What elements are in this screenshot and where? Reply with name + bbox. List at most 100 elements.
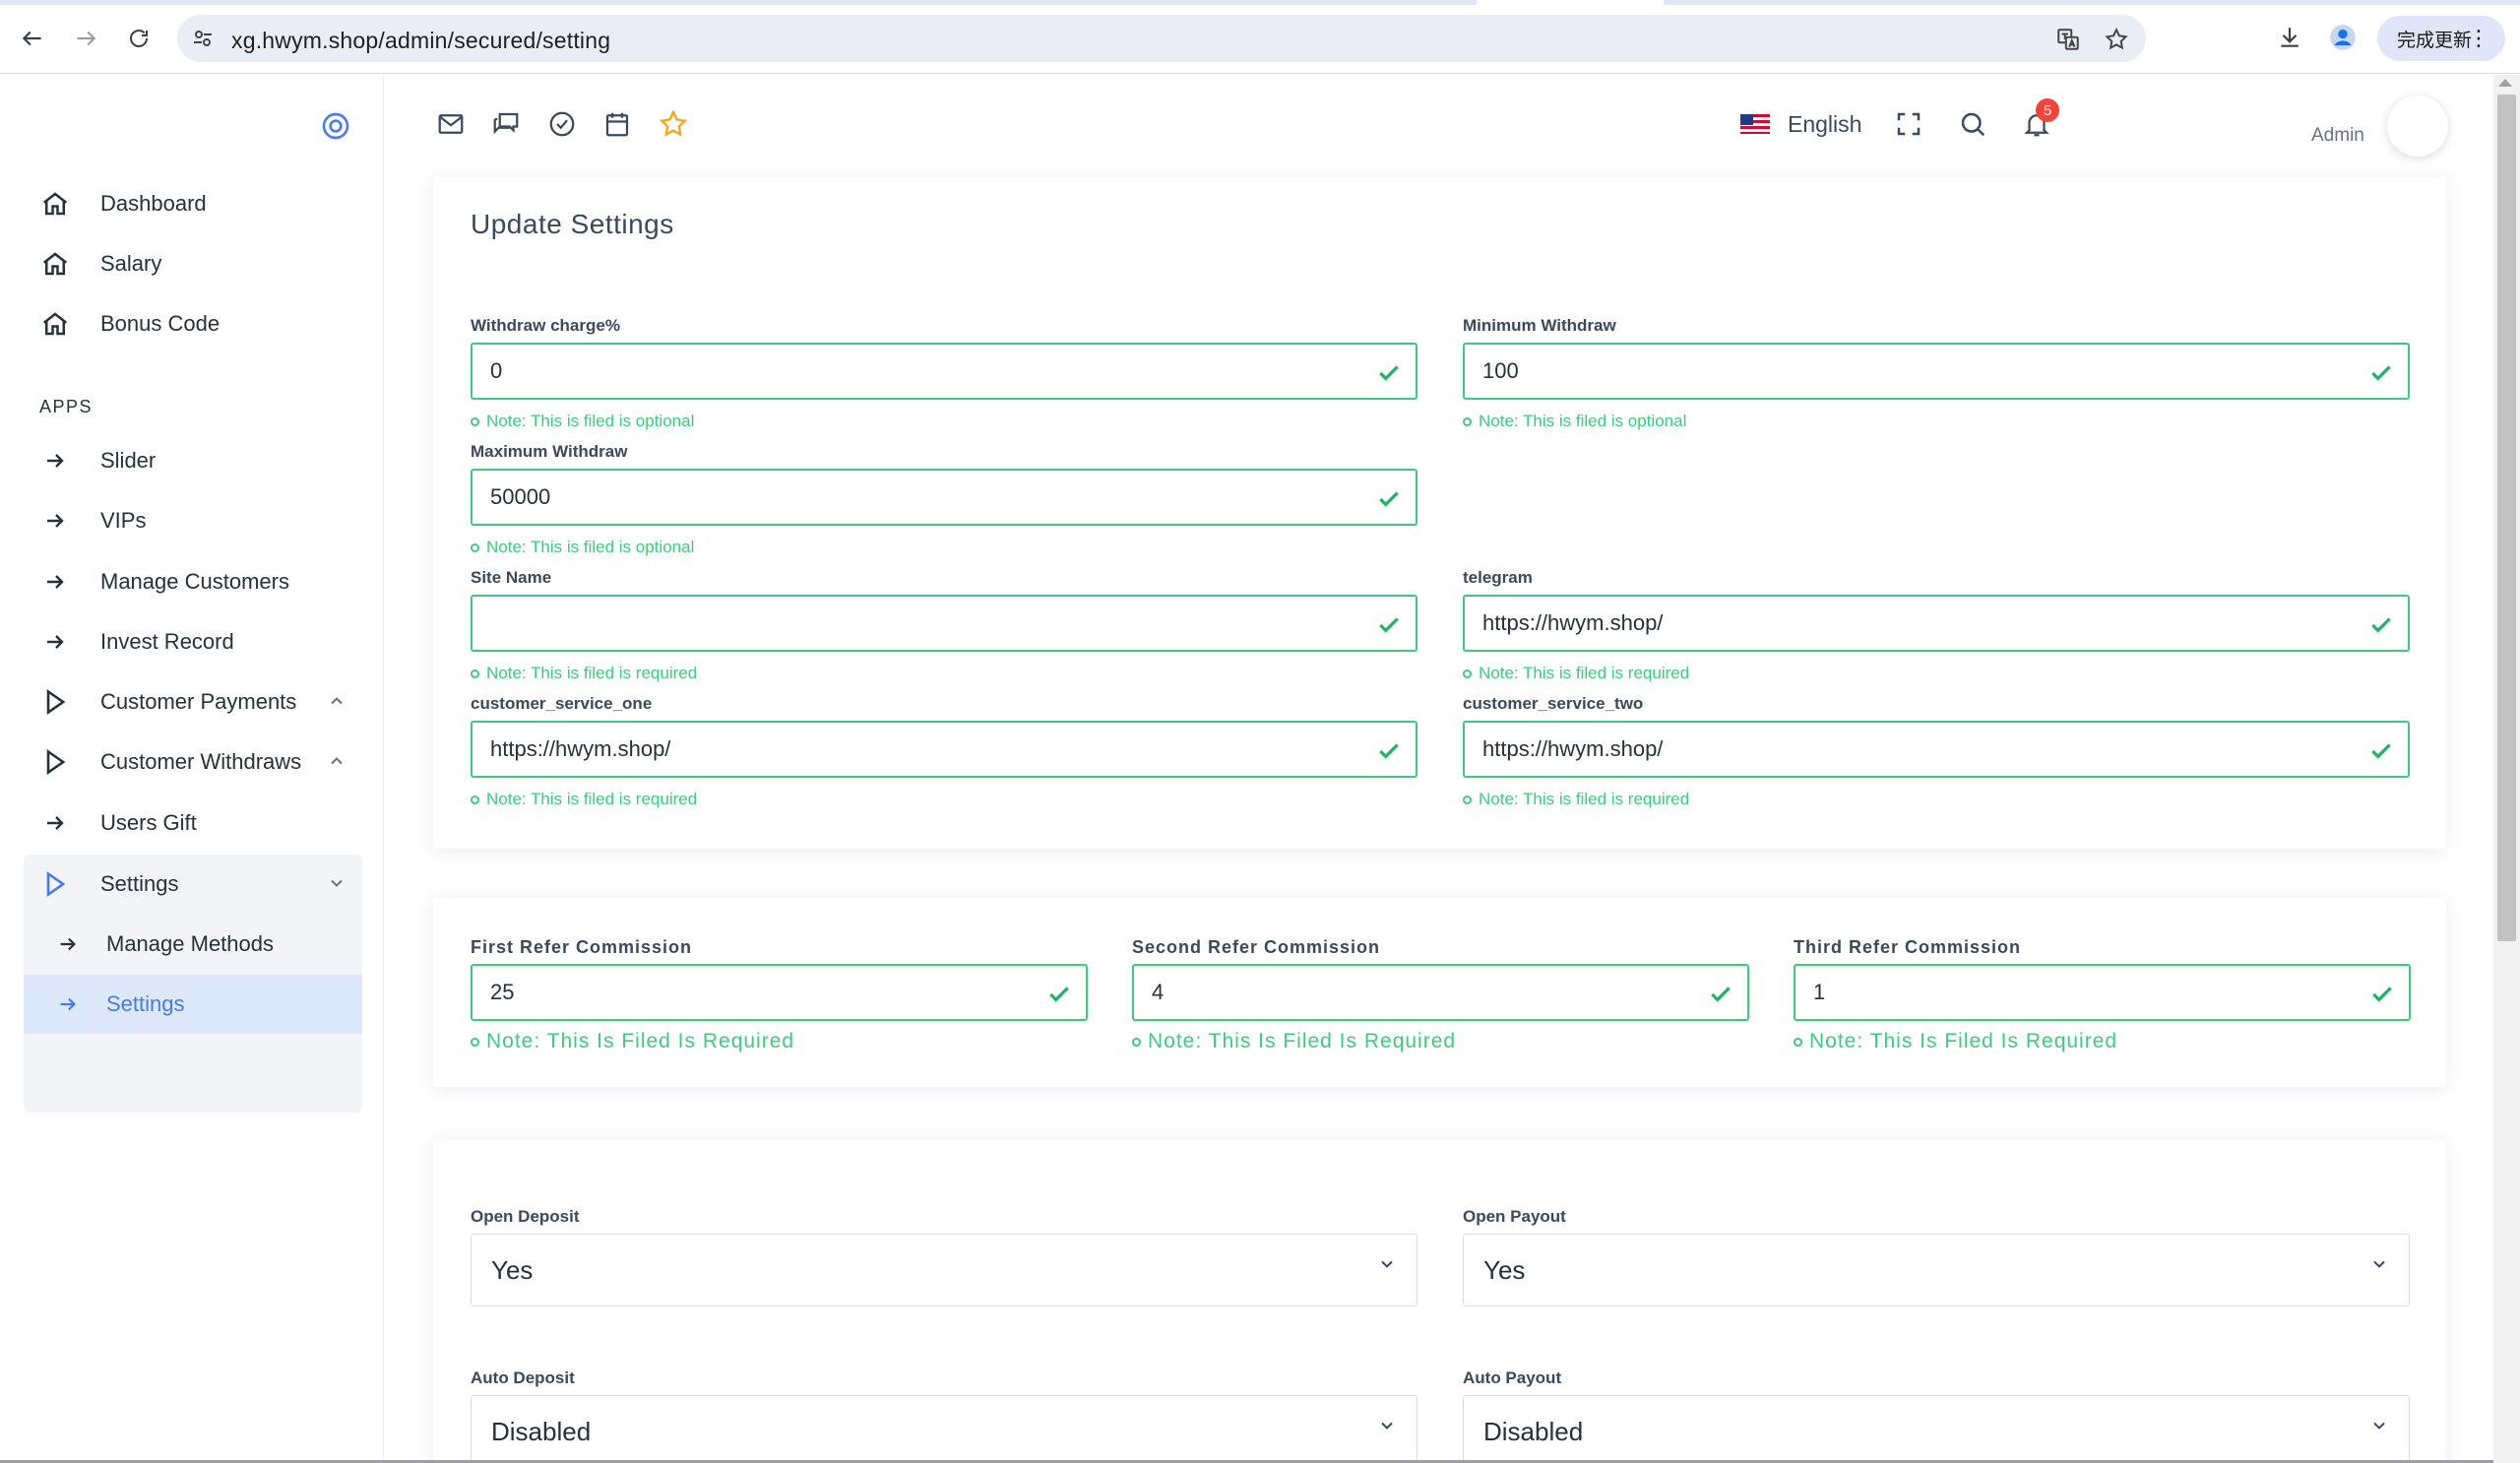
address-bar[interactable]: xg.hwym.shop/admin/secured/setting: [177, 15, 2146, 62]
check-circle-icon: [549, 111, 575, 137]
note-text: Note: This is filed is optional: [486, 412, 695, 430]
customer-service-one-input[interactable]: https://hwym.shop/: [471, 721, 1418, 778]
note-text: Note: This is filed is optional: [1479, 412, 1687, 430]
arrow-right-icon: [53, 929, 83, 959]
apps-heading: APPS: [39, 397, 94, 416]
sidebar-item-dashboard[interactable]: Dashboard: [24, 177, 360, 230]
sidebar-item-users-gift[interactable]: Users Gift: [24, 796, 360, 850]
sidebar: Dashboard Salary Bonus Code APPS Slider …: [0, 75, 384, 1463]
field-label: Second Refer Commission: [1132, 937, 1381, 957]
telegram-input[interactable]: https://hwym.shop/: [1463, 595, 2410, 652]
deposit-payout-card: Open Deposit Yes Open Payout Yes Auto De…: [433, 1140, 2446, 1463]
fullscreen-button[interactable]: [1891, 106, 1926, 142]
sidebar-subitem-manage-methods[interactable]: Manage Methods: [24, 915, 362, 974]
field-note: Note: This is filed is required: [1463, 790, 1689, 809]
field-label: Third Refer Commission: [1794, 937, 2022, 957]
play-icon: [35, 742, 75, 782]
second-refer-commission-input[interactable]: 4: [1132, 964, 1749, 1021]
forward-button[interactable]: [65, 18, 106, 59]
language-selector[interactable]: English: [1740, 106, 1861, 142]
note-text: Note: This is filed is required: [486, 790, 698, 808]
back-button[interactable]: [12, 18, 53, 59]
sidebar-item-slider[interactable]: Slider: [24, 434, 360, 487]
note-text: Note: This is filed is required: [1479, 790, 1690, 808]
home-icon: [35, 304, 75, 344]
sidebar-item-label: Customer Payments: [100, 689, 297, 714]
sidebar-item-vips[interactable]: VIPs: [24, 494, 360, 547]
chevron-down-icon: [2373, 1260, 2385, 1268]
chevron-up-icon[interactable]: [327, 691, 346, 711]
bookmark-star-icon[interactable]: [2104, 27, 2129, 52]
first-refer-commission-input[interactable]: 25: [471, 964, 1088, 1021]
update-label: 完成更新: [2397, 30, 2473, 51]
field-note: Note: This is filed is optional: [471, 538, 694, 557]
reload-button[interactable]: [118, 18, 159, 59]
chevron-down-icon[interactable]: [327, 873, 346, 893]
field-note: Note: This Is Filed Is Required: [1132, 1030, 1456, 1053]
sidebar-item-label: Dashboard: [100, 191, 207, 216]
input-value: https://hwym.shop/: [1482, 736, 1664, 761]
open-payout-select[interactable]: Yes: [1463, 1234, 2410, 1306]
update-chrome-button[interactable]: 完成更新 ⋮: [2377, 16, 2505, 61]
open-deposit-select[interactable]: Yes: [471, 1234, 1418, 1306]
field-note: Note: This is filed is optional: [471, 412, 694, 431]
play-icon: [35, 864, 75, 904]
avatar[interactable]: [2387, 95, 2448, 157]
calendar-button[interactable]: [599, 106, 635, 142]
sidebar-item-manage-customers[interactable]: Manage Customers: [24, 555, 360, 608]
arrow-right-icon: [53, 989, 83, 1019]
site-name-input[interactable]: [471, 595, 1418, 652]
field-label: Withdraw charge%: [471, 316, 620, 335]
check-icon: [1379, 617, 1399, 633]
sidebar-item-settings[interactable]: Settings: [24, 858, 360, 911]
input-value: 100: [1482, 358, 1519, 383]
withdraw-charge-input[interactable]: 0: [471, 343, 1418, 400]
sidebar-subitem-label: Manage Methods: [106, 931, 274, 956]
sidebar-item-label: Salary: [100, 251, 162, 276]
select-value: Yes: [491, 1254, 534, 1285]
notification-badge: 5: [2036, 98, 2059, 122]
customer-service-two-input[interactable]: https://hwym.shop/: [1463, 721, 2410, 778]
tasks-button[interactable]: [544, 106, 580, 142]
sidebar-item-invest-record[interactable]: Invest Record: [24, 615, 360, 668]
profile-button[interactable]: [2323, 18, 2362, 57]
sidebar-toggle-icon[interactable]: [320, 110, 351, 142]
scroll-up-arrow-icon[interactable]: [2498, 79, 2512, 87]
search-button[interactable]: [1955, 106, 1990, 142]
more-menu-icon: ⋮: [2468, 26, 2489, 50]
note-text: Note: This Is Filed Is Required: [1148, 1030, 1457, 1052]
sidebar-item-label: Slider: [100, 448, 157, 473]
maximum-withdraw-input[interactable]: 50000: [471, 469, 1418, 526]
mail-button[interactable]: [433, 106, 469, 142]
sidebar-item-customer-payments[interactable]: Customer Payments: [24, 675, 360, 729]
sidebar-item-bonus-code[interactable]: Bonus Code: [24, 297, 360, 350]
site-settings-icon[interactable]: [191, 27, 215, 50]
scrollbar-thumb[interactable]: [2497, 95, 2516, 941]
sidebar-item-label: Users Gift: [100, 810, 197, 835]
favorites-button[interactable]: [656, 106, 691, 142]
check-icon: [2371, 365, 2391, 381]
downloads-button[interactable]: [2270, 18, 2309, 57]
field-label: Minimum Withdraw: [1463, 316, 1616, 335]
field-label: telegram: [1463, 568, 1533, 587]
sidebar-item-salary[interactable]: Salary: [24, 237, 360, 290]
chevron-up-icon[interactable]: [327, 751, 346, 771]
auto-deposit-select[interactable]: Disabled: [471, 1395, 1418, 1463]
field-note: Note: This is filed is required: [1463, 664, 1689, 683]
input-value: 4: [1152, 980, 1165, 1004]
minimum-withdraw-input[interactable]: 100: [1463, 343, 2410, 400]
url-text[interactable]: xg.hwym.shop/admin/secured/setting: [231, 28, 610, 54]
auto-payout-select[interactable]: Disabled: [1463, 1395, 2410, 1463]
home-icon: [35, 244, 75, 284]
sidebar-subitem-settings[interactable]: Settings: [24, 975, 362, 1034]
translate-icon[interactable]: [2055, 27, 2081, 52]
tab-strip: [0, 0, 2520, 5]
third-refer-commission-input[interactable]: 1: [1794, 964, 2411, 1021]
note-text: Note: This is filed is optional: [486, 538, 695, 556]
field-label: First Refer Commission: [471, 937, 693, 957]
home-icon: [35, 184, 75, 223]
play-icon: [35, 682, 75, 722]
sidebar-item-customer-withdraws[interactable]: Customer Withdraws: [24, 735, 360, 789]
chat-button[interactable]: [488, 106, 524, 142]
arrow-right-icon: [35, 622, 75, 662]
